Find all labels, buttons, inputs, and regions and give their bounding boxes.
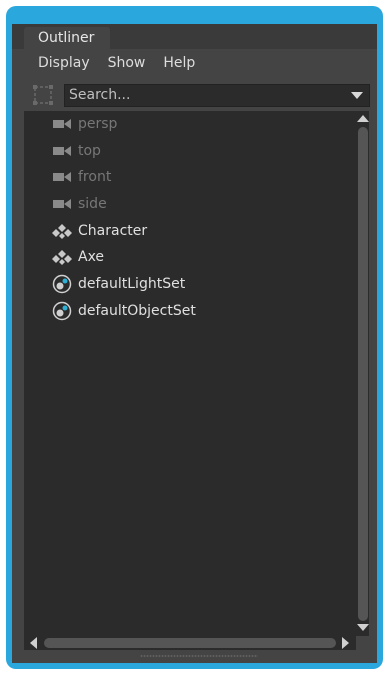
outliner-item-defaultobjectset[interactable]: defaultObjectSet xyxy=(52,298,196,324)
object-set-icon xyxy=(52,301,72,321)
object-set-icon xyxy=(52,274,72,294)
outliner-item-label: front xyxy=(78,169,112,185)
outliner-item-front[interactable]: front xyxy=(52,164,111,190)
menu-display[interactable]: Display xyxy=(24,55,100,71)
tab-outliner[interactable]: Outliner xyxy=(24,27,110,49)
horizontal-scrollbar[interactable] xyxy=(24,636,356,650)
camera-icon xyxy=(53,119,71,129)
outliner-item-top[interactable]: top xyxy=(52,138,101,164)
outliner-item-defaultlightset[interactable]: defaultLightSet xyxy=(52,271,185,297)
camera-icon xyxy=(53,199,71,209)
outliner-item-character[interactable]: Character xyxy=(52,218,147,244)
outliner-item-label: Axe xyxy=(78,249,105,265)
outliner-item-label: side xyxy=(78,196,107,212)
search-row: Search... xyxy=(24,81,370,111)
filter-icon[interactable] xyxy=(32,84,54,106)
transform-group-icon xyxy=(52,250,72,265)
scroll-left-icon[interactable] xyxy=(30,637,37,649)
menu-bar: Display Show Help xyxy=(24,49,369,77)
menu-help[interactable]: Help xyxy=(155,55,205,71)
camera-icon xyxy=(53,172,71,182)
outliner-item-persp[interactable]: persp xyxy=(52,111,117,137)
outliner-item-label: Character xyxy=(78,223,148,239)
menu-show[interactable]: Show xyxy=(100,55,156,71)
outliner-item-side[interactable]: side xyxy=(52,191,107,217)
outliner-item-label: persp xyxy=(78,116,118,132)
scroll-right-icon[interactable] xyxy=(342,637,349,649)
vertical-scrollbar[interactable] xyxy=(356,111,369,636)
scroll-up-icon[interactable] xyxy=(357,115,369,122)
search-input[interactable]: Search... xyxy=(64,84,370,107)
search-placeholder: Search... xyxy=(69,87,131,103)
scroll-down-icon[interactable] xyxy=(357,624,369,631)
camera-icon xyxy=(53,146,71,156)
outliner-item-axe[interactable]: Axe xyxy=(52,244,104,270)
vertical-scroll-thumb[interactable] xyxy=(358,127,368,621)
outliner-item-label: top xyxy=(78,143,101,159)
horizontal-scroll-thumb[interactable] xyxy=(44,638,336,648)
resize-grip[interactable] xyxy=(140,655,258,657)
search-dropdown-icon[interactable] xyxy=(351,92,363,99)
outliner-item-label: defaultLightSet xyxy=(78,276,186,292)
transform-group-icon xyxy=(52,224,72,239)
outliner-item-label: defaultObjectSet xyxy=(78,303,196,319)
